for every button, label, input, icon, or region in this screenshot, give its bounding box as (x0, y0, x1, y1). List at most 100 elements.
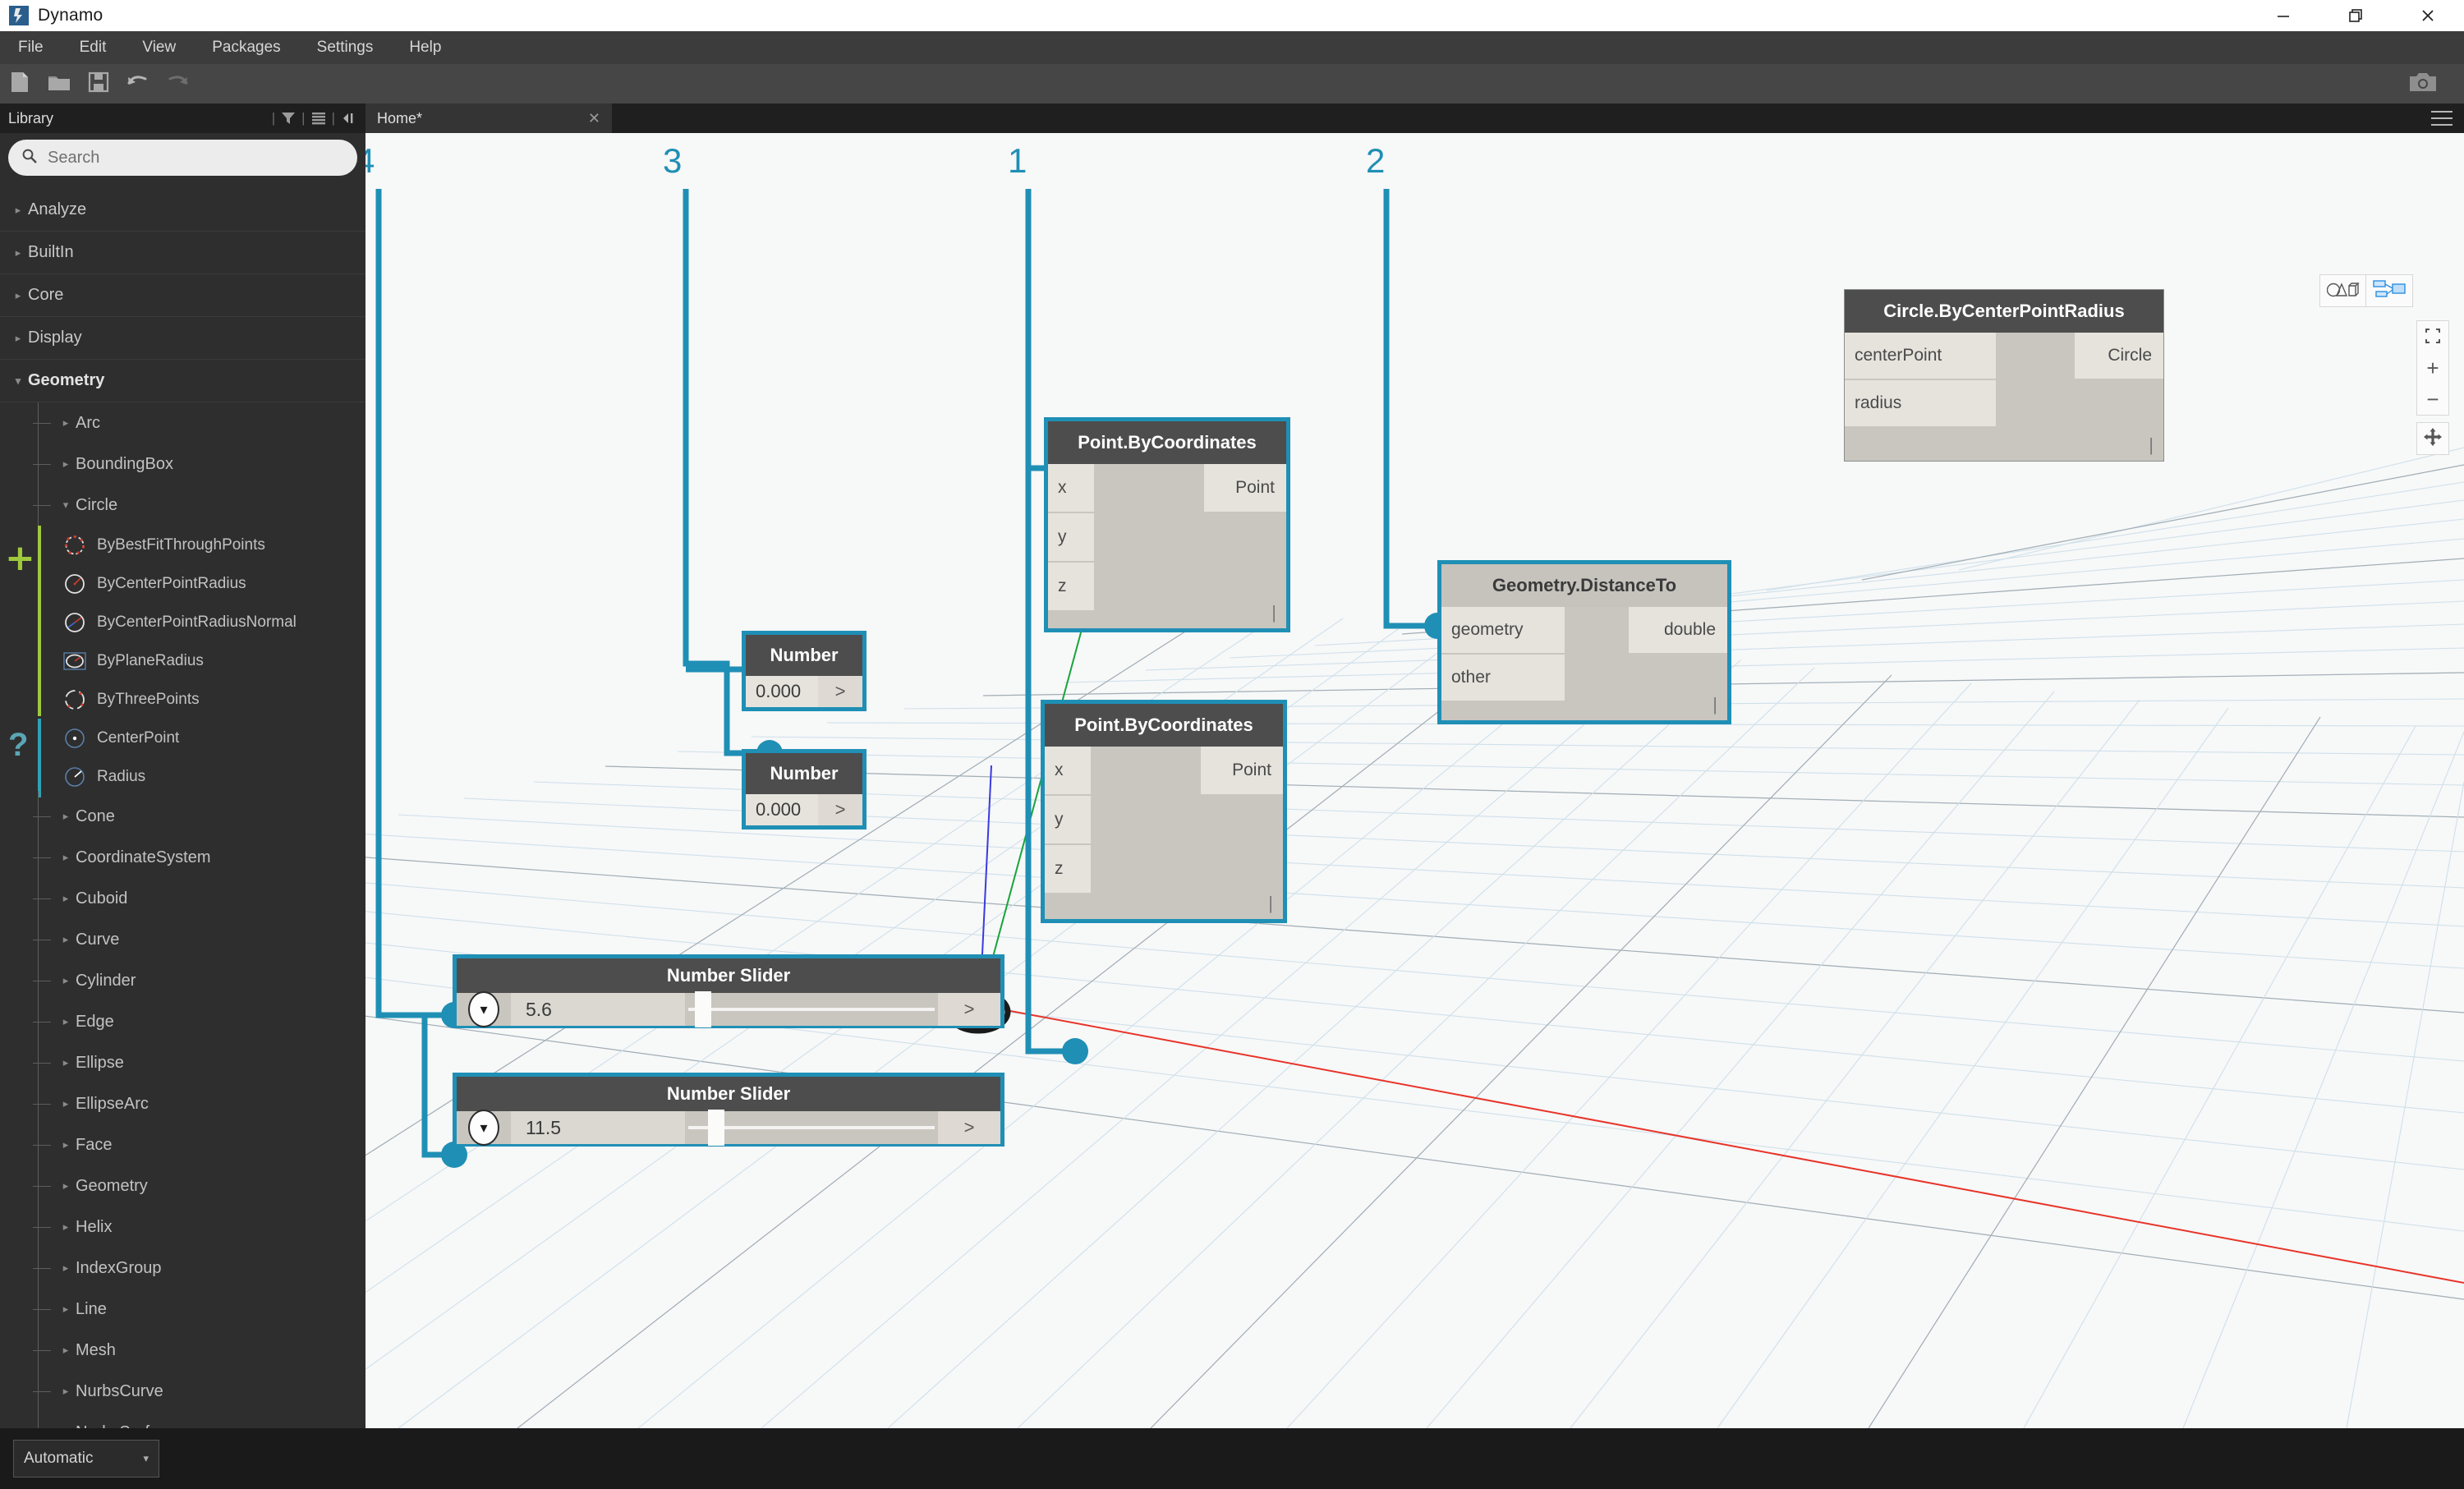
sidebar-item-cylinder[interactable]: ▸ Cylinder (0, 960, 365, 1001)
menu-item-settings[interactable]: Settings (299, 31, 392, 64)
output-port-point[interactable]: Point (1204, 464, 1286, 512)
output-port-circle[interactable]: Circle (2075, 333, 2163, 379)
node-geometry-distanceto[interactable]: Geometry.DistanceTo geometry other doubl… (1437, 560, 1731, 724)
menu-item-file[interactable]: File (0, 31, 62, 64)
sidebar-item-core[interactable]: ▸ Core (0, 274, 365, 317)
sidebar-item-analyze[interactable]: ▸ Analyze (0, 189, 365, 232)
collapse-panel-icon[interactable] (339, 109, 357, 127)
sidebar-item-bybestfitthroughpoints[interactable]: ByBestFitThroughPoints (0, 526, 365, 564)
zoom-in-button[interactable]: + (2416, 352, 2449, 384)
sidebar-item-bycenterpointradiusnormal[interactable]: ByCenterPointRadiusNormal (0, 603, 365, 641)
input-port-z[interactable]: z (1045, 845, 1091, 893)
sidebar-item-radius[interactable]: Radius (0, 757, 365, 796)
sidebar-item-indexgroup[interactable]: ▸ IndexGroup (0, 1248, 365, 1289)
close-button[interactable] (2392, 0, 2464, 31)
sidebar-item-circle[interactable]: ▾ Circle (0, 485, 365, 526)
slider-expand-button[interactable]: ▾ (457, 991, 511, 1027)
node-number-top[interactable]: Number 0.000 > (742, 631, 867, 711)
input-port-x[interactable]: x (1045, 747, 1091, 794)
search-input[interactable]: Search (8, 140, 357, 176)
node-number-bottom[interactable]: Number 0.000 > (742, 749, 867, 830)
slider-expand-button[interactable]: ▾ (457, 1110, 511, 1146)
pan-button[interactable] (2416, 422, 2449, 455)
node-circle-bycenterpointradius[interactable]: Circle.ByCenterPointRadius centerPoint r… (1844, 289, 2164, 462)
sidebar-item-curve[interactable]: ▸ Curve (0, 919, 365, 960)
tab-home[interactable]: Home* ✕ (365, 103, 612, 133)
sidebar-item-cuboid[interactable]: ▸ Cuboid (0, 878, 365, 919)
graph-canvas[interactable]: 4 3 1 2 Number 0.000 > Number 0.000 > Nu… (365, 133, 2464, 1428)
resize-handle-icon[interactable]: | (2149, 434, 2154, 456)
sidebar-item-mesh[interactable]: ▸ Mesh (0, 1330, 365, 1371)
input-port-z[interactable]: z (1048, 563, 1094, 610)
sidebar-item-nurbssurface[interactable]: ▸ NurbsSurface (0, 1412, 365, 1429)
filter-icon[interactable] (279, 109, 297, 127)
screenshot-button[interactable] (2403, 64, 2443, 103)
node-point-bycoordinates-bottom[interactable]: Point.ByCoordinates x y z Point | (1041, 700, 1287, 923)
input-port-radius[interactable]: radius (1845, 380, 1996, 426)
minimize-button[interactable] (2247, 0, 2319, 31)
output-port-double[interactable]: double (1629, 607, 1727, 653)
input-port-other[interactable]: other (1441, 655, 1565, 701)
geometry-view-button[interactable] (2320, 275, 2366, 306)
sidebar-item-coordinatesystem[interactable]: ▸ CoordinateSystem (0, 837, 365, 878)
sidebar-item-arc[interactable]: ▸ Arc (0, 402, 365, 443)
input-port-x[interactable]: x (1048, 464, 1094, 512)
resize-handle-icon[interactable]: | (1268, 893, 1273, 914)
next-button[interactable]: > (938, 993, 1000, 1026)
slider-thumb[interactable] (695, 991, 711, 1027)
sidebar-item-byplaneradius[interactable]: ByPlaneRadius (0, 641, 365, 680)
input-port-y[interactable]: y (1048, 513, 1094, 561)
sidebar-item-centerpoint[interactable]: CenterPoint (0, 719, 365, 757)
resize-handle-icon[interactable]: | (1712, 694, 1717, 715)
sidebar-item-ellipsearc[interactable]: ▸ EllipseArc (0, 1083, 365, 1124)
menu-item-view[interactable]: View (124, 31, 194, 64)
new-file-button[interactable] (0, 64, 39, 103)
maximize-button[interactable] (2319, 0, 2392, 31)
number-input[interactable]: 0.000 (746, 794, 818, 825)
input-port-y[interactable]: y (1045, 796, 1091, 843)
sidebar-item-geometry-sub[interactable]: ▸ Geometry (0, 1165, 365, 1206)
undo-button[interactable] (118, 64, 158, 103)
sidebar-item-line[interactable]: ▸ Line (0, 1289, 365, 1330)
sidebar-item-cone[interactable]: ▸ Cone (0, 796, 365, 837)
run-mode-select[interactable]: Automatic ▾ (13, 1440, 159, 1478)
slider-value-input[interactable]: 11.5 (511, 1111, 685, 1144)
sidebar-item-display[interactable]: ▸ Display (0, 317, 365, 360)
output-port-point[interactable]: Point (1201, 747, 1283, 794)
sidebar-item-geometry[interactable]: ▾ Geometry (0, 360, 365, 402)
next-button[interactable]: > (818, 676, 862, 707)
sidebar-item-ellipse[interactable]: ▸ Ellipse (0, 1042, 365, 1083)
menu-item-help[interactable]: Help (391, 31, 459, 64)
node-number-slider-top[interactable]: Number Slider ▾ 5.6 > (453, 954, 1004, 1028)
close-icon[interactable]: ✕ (588, 110, 600, 127)
slider-thumb[interactable] (708, 1110, 724, 1146)
sidebar-item-face[interactable]: ▸ Face (0, 1124, 365, 1165)
sidebar-item-edge[interactable]: ▸ Edge (0, 1001, 365, 1042)
number-input[interactable]: 0.000 (746, 676, 818, 707)
zoom-out-button[interactable]: − (2416, 384, 2449, 415)
sidebar-item-boundingbox[interactable]: ▸ BoundingBox (0, 443, 365, 485)
next-button[interactable]: > (938, 1111, 1000, 1144)
zoom-to-fit-button[interactable] (2416, 321, 2449, 352)
sidebar-item-bythreepoints[interactable]: ByThreePoints (0, 680, 365, 719)
menu-item-edit[interactable]: Edit (62, 31, 125, 64)
input-port-centerpoint[interactable]: centerPoint (1845, 333, 1996, 379)
slider-value-input[interactable]: 5.6 (511, 993, 685, 1026)
sidebar-item-bycenterpointradius[interactable]: ByCenterPointRadius (0, 564, 365, 603)
slider-track-area[interactable] (685, 1110, 938, 1146)
resize-handle-icon[interactable]: | (1271, 602, 1276, 623)
node-point-bycoordinates-top[interactable]: Point.ByCoordinates x y z Point | (1044, 417, 1290, 632)
open-file-button[interactable] (39, 64, 79, 103)
redo-button[interactable] (158, 64, 197, 103)
node-number-slider-bottom[interactable]: Number Slider ▾ 11.5 > (453, 1073, 1004, 1147)
save-button[interactable] (79, 64, 118, 103)
sidebar-item-nurbscurve[interactable]: ▸ NurbsCurve (0, 1371, 365, 1412)
list-view-icon[interactable] (310, 109, 328, 127)
sidebar-item-helix[interactable]: ▸ Helix (0, 1206, 365, 1248)
input-port-geometry[interactable]: geometry (1441, 607, 1565, 653)
slider-track-area[interactable] (685, 991, 938, 1027)
hamburger-menu-icon[interactable] (2431, 111, 2453, 126)
next-button[interactable]: > (818, 794, 862, 825)
menu-item-packages[interactable]: Packages (194, 31, 298, 64)
graph-view-button[interactable] (2366, 275, 2412, 306)
